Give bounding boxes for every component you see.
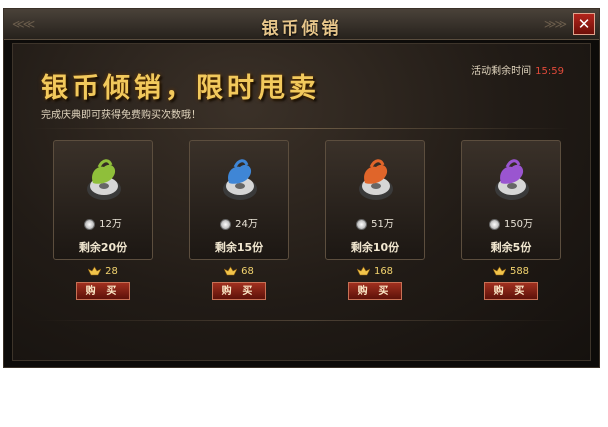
gold-ingot-icon bbox=[356, 266, 370, 276]
title-decoration-right: ≫≫ bbox=[543, 17, 567, 31]
silver-amount: 24万 bbox=[190, 215, 288, 230]
footer-divider bbox=[33, 320, 570, 321]
title-bar[interactable]: ≪≪ 银币倾销 ≫≫ ✕ bbox=[4, 9, 599, 40]
silver-coin-icon bbox=[84, 218, 96, 230]
silver-coin-icon bbox=[220, 218, 232, 230]
gold-price: 68 bbox=[241, 266, 254, 277]
coin-pouch-icon bbox=[87, 159, 121, 200]
sale-item-card-3: 51万 剩余10份 168 购 买 bbox=[325, 140, 425, 300]
price-row: 28 bbox=[53, 266, 153, 277]
gold-ingot-icon bbox=[492, 266, 506, 276]
item-frame: 150万 剩余5份 bbox=[461, 140, 561, 260]
silver-coin-icon bbox=[356, 218, 368, 230]
silver-coin-icon bbox=[488, 218, 500, 230]
silver-value: 51万 bbox=[371, 219, 394, 230]
sale-item-card-1: 12万 剩余20份 28 购 买 bbox=[53, 140, 153, 300]
silver-sale-window: ≪≪ 银币倾销 ≫≫ ✕ 银币倾销，限时甩卖 完成庆典即可获得免费购买次数哦！ … bbox=[3, 8, 600, 368]
event-timer: 活动剩余时间 15:59 bbox=[471, 62, 564, 77]
silver-amount: 12万 bbox=[54, 215, 152, 230]
sale-subtitle: 完成庆典即可获得免费购买次数哦！ bbox=[41, 110, 201, 121]
gold-ingot-icon bbox=[88, 266, 102, 276]
buy-button[interactable]: 购 买 bbox=[76, 282, 130, 300]
header-divider bbox=[33, 128, 570, 129]
coin-pouch-icon bbox=[359, 159, 393, 200]
coin-pouch-icon bbox=[495, 159, 529, 200]
window-title: 银币倾销 bbox=[261, 19, 342, 39]
price-row: 168 bbox=[325, 266, 425, 277]
gold-price: 28 bbox=[105, 266, 118, 277]
sale-headline: 银币倾销，限时甩卖 bbox=[41, 73, 320, 104]
buy-button[interactable]: 购 买 bbox=[484, 282, 538, 300]
timer-label: 活动剩余时间 bbox=[471, 66, 532, 77]
silver-value: 150万 bbox=[503, 219, 534, 230]
sale-item-card-4: 150万 剩余5份 588 购 买 bbox=[461, 140, 561, 300]
remaining-stock: 剩余20份 bbox=[78, 241, 128, 254]
item-frame: 51万 剩余10份 bbox=[325, 140, 425, 260]
silver-value: 24万 bbox=[235, 219, 258, 230]
coin-pouch-icon bbox=[223, 159, 257, 200]
close-icon: ✕ bbox=[577, 15, 591, 33]
timer-value: 15:59 bbox=[535, 66, 564, 77]
remaining-stock: 剩余15份 bbox=[214, 241, 264, 254]
silver-amount: 51万 bbox=[326, 215, 424, 230]
buy-button[interactable]: 购 买 bbox=[348, 282, 402, 300]
silver-value: 12万 bbox=[99, 219, 122, 230]
remaining-stock: 剩余10份 bbox=[350, 241, 400, 254]
silver-amount: 150万 bbox=[462, 215, 560, 230]
item-frame: 12万 剩余20份 bbox=[53, 140, 153, 260]
gold-ingot-icon bbox=[224, 266, 238, 276]
buy-button[interactable]: 购 买 bbox=[212, 282, 266, 300]
sale-panel: 银币倾销，限时甩卖 完成庆典即可获得免费购买次数哦！ 活动剩余时间 15:59 1… bbox=[12, 43, 591, 361]
close-button[interactable]: ✕ bbox=[573, 13, 595, 35]
sale-item-card-2: 24万 剩余15份 68 购 买 bbox=[189, 140, 289, 300]
price-row: 588 bbox=[461, 266, 561, 277]
price-row: 68 bbox=[189, 266, 289, 277]
item-frame: 24万 剩余15份 bbox=[189, 140, 289, 260]
remaining-stock: 剩余5份 bbox=[490, 241, 532, 254]
gold-price: 168 bbox=[373, 266, 394, 277]
gold-price: 588 bbox=[509, 266, 530, 277]
